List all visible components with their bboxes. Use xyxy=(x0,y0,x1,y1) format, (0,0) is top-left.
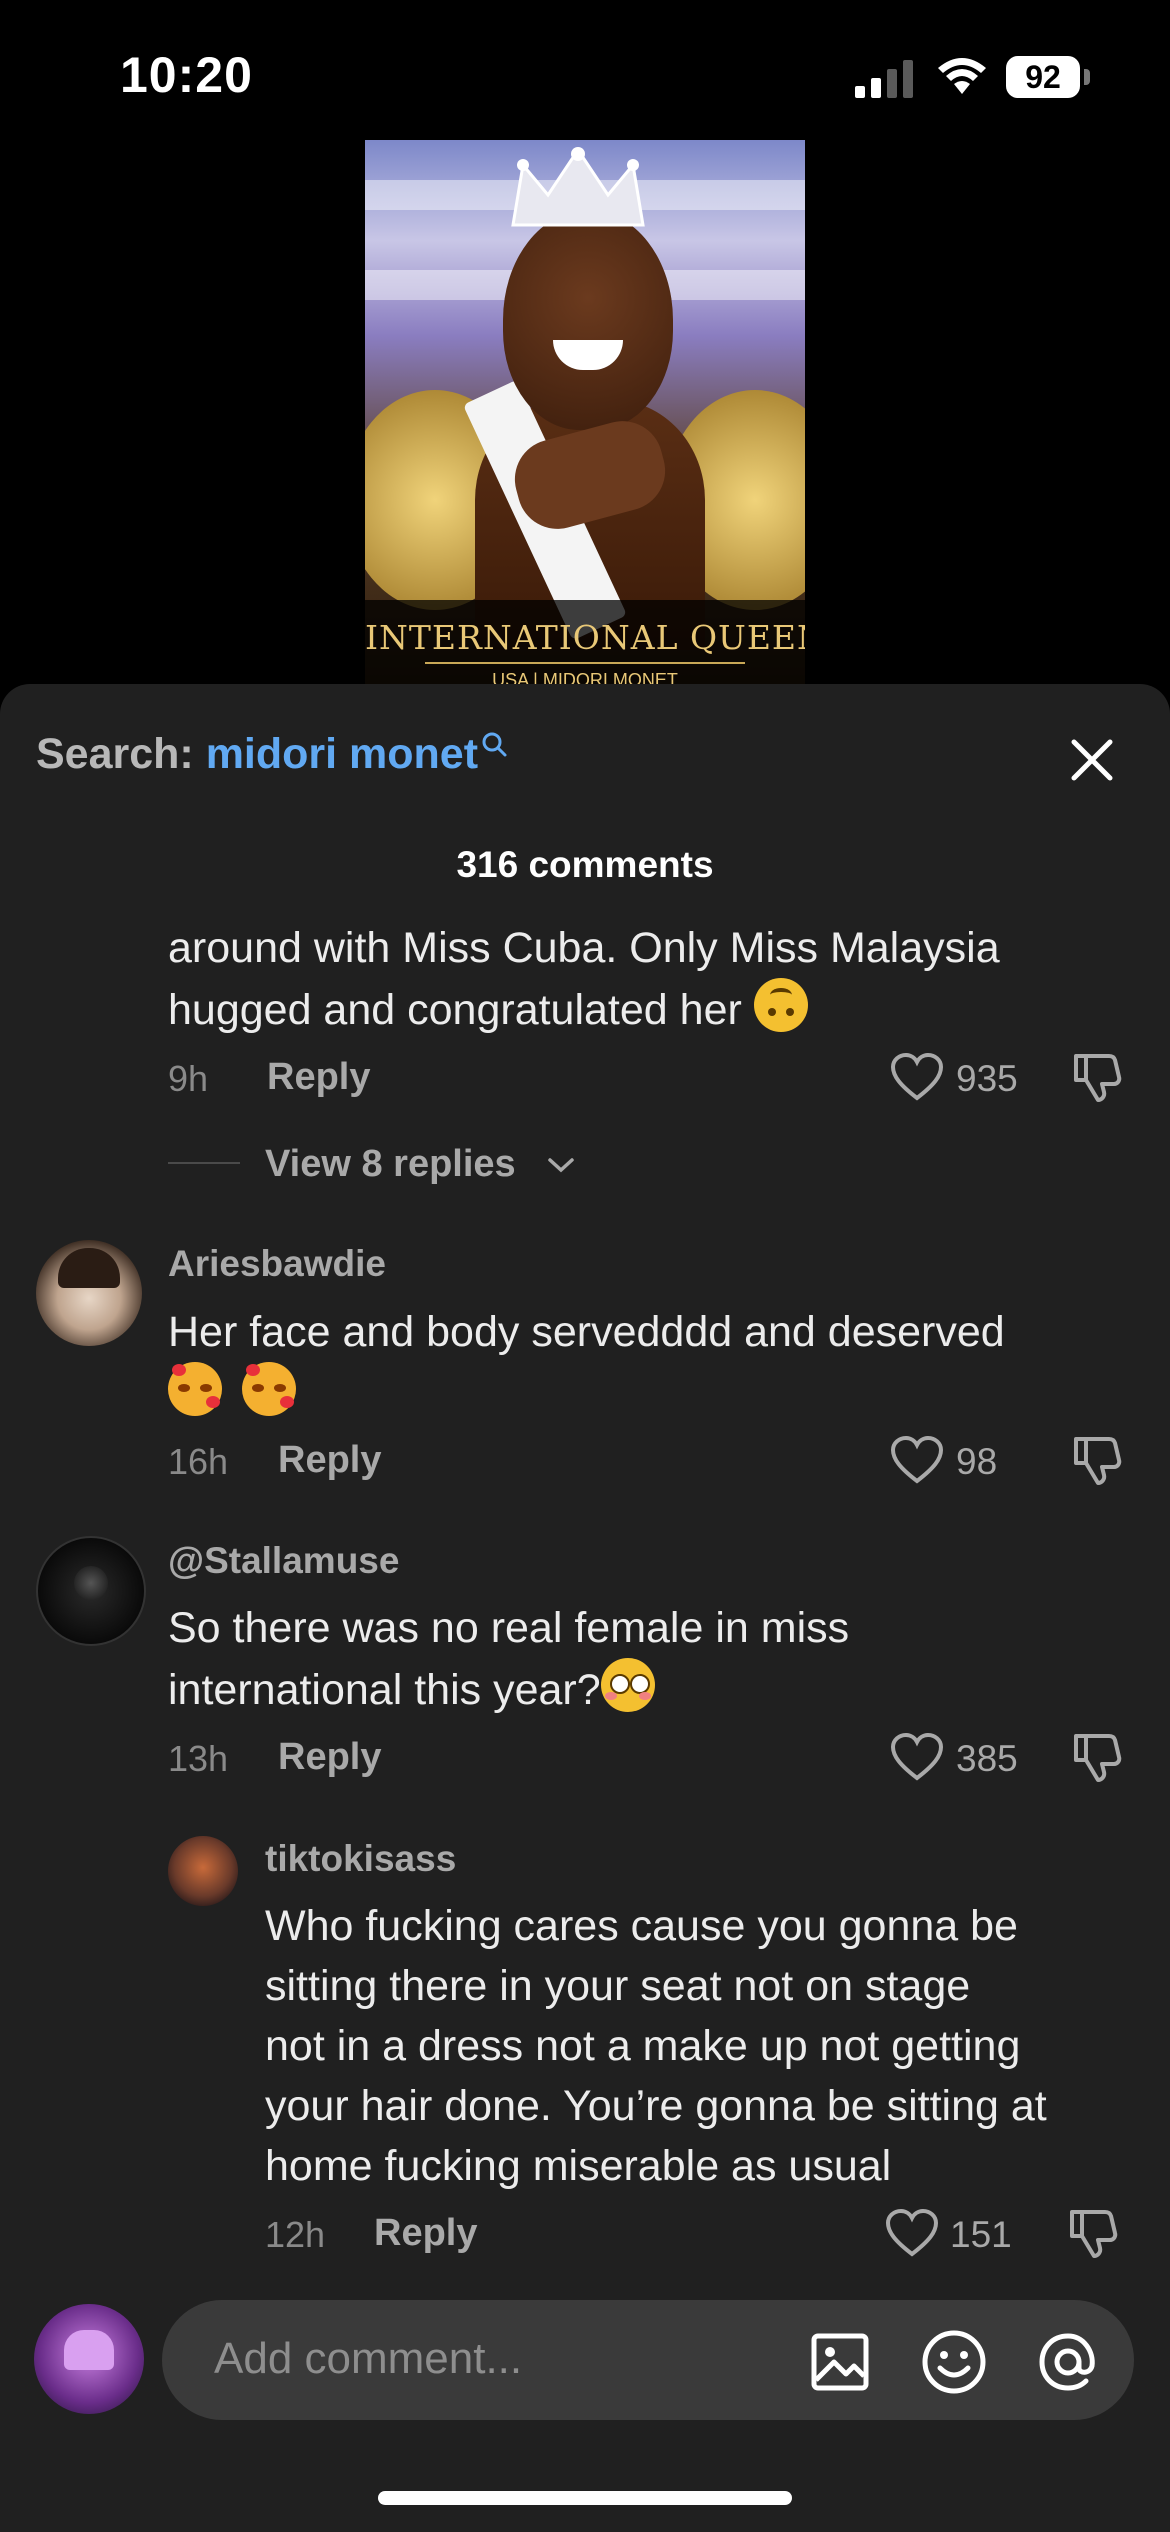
at-icon[interactable] xyxy=(1034,2328,1102,2396)
like-count: 98 xyxy=(956,1441,998,1482)
upside-down-face-emoji xyxy=(753,978,808,1032)
smiling-face-with-hearts-emoji xyxy=(241,1362,296,1416)
comment-line: your hair done. You’re gonna be sitting … xyxy=(265,2082,1047,2130)
image-icon[interactable] xyxy=(808,2330,872,2394)
comment-line: international this year? xyxy=(168,1658,849,1720)
video-preview[interactable]: INTERNATIONAL QUEEN USA | MIDORI MONET xyxy=(365,140,805,700)
comment-time: 13h xyxy=(168,1738,229,1779)
dislike-icon[interactable] xyxy=(1070,1433,1124,1487)
emoji-icon[interactable] xyxy=(920,2328,988,2396)
view-replies-button[interactable]: View 8 replies xyxy=(265,1143,516,1186)
home-indicator[interactable] xyxy=(378,2491,792,2505)
heart-icon[interactable] xyxy=(890,1435,944,1485)
comment-time: 9h xyxy=(168,1058,209,1099)
comment-text: So there was no real female in miss inte… xyxy=(168,1598,849,1720)
close-icon[interactable] xyxy=(1062,730,1122,790)
chevron-down-icon[interactable] xyxy=(546,1155,576,1175)
search-header[interactable]: Search: midori monet xyxy=(36,730,508,779)
comment-text: Who fucking cares cause you gonna be sit… xyxy=(265,1896,1047,2196)
comment-line: Who fucking cares cause you gonna be xyxy=(265,1902,1018,1950)
avatar-rose xyxy=(74,1566,108,1600)
crown-icon xyxy=(511,147,645,227)
like-count: 385 xyxy=(956,1738,1018,1779)
smiling-face-with-hearts-emoji xyxy=(168,1362,222,1416)
avatar[interactable] xyxy=(36,1240,142,1346)
comment-time: 16h xyxy=(168,1441,229,1482)
comment-line: sitting there in your seat not on stage xyxy=(265,1962,971,2010)
comment-line: So there was no real female in miss xyxy=(168,1604,850,1652)
comment-username[interactable]: tiktokisass xyxy=(265,1838,456,1880)
signal-icon xyxy=(855,60,913,98)
comment-username[interactable]: @Stallamuse xyxy=(168,1540,399,1582)
video-title: INTERNATIONAL QUEEN xyxy=(365,618,805,657)
search-term[interactable]: midori monet xyxy=(206,730,478,778)
comment-text: Her face and body servedddd and deserved xyxy=(168,1302,1005,1424)
avatar-helmet xyxy=(64,2330,114,2370)
avatar[interactable] xyxy=(168,1836,238,1906)
battery-level: 92 xyxy=(1006,56,1080,98)
comment-input-placeholder: Add comment... xyxy=(214,2334,523,2383)
dislike-icon[interactable] xyxy=(1066,2206,1120,2260)
comment-line-text: international this year? xyxy=(168,1666,601,1714)
comment-emojis xyxy=(168,1362,1005,1424)
comments-count: 316 comments xyxy=(456,844,714,885)
heart-icon[interactable] xyxy=(890,1052,944,1102)
reply-button[interactable]: Reply xyxy=(278,1439,381,1482)
search-icon[interactable] xyxy=(480,730,508,758)
heart-icon[interactable] xyxy=(890,1732,944,1782)
battery-indicator: 92 xyxy=(1006,56,1094,98)
comment-line-text: hugged and congratulated her xyxy=(168,986,742,1034)
reply-button[interactable]: Reply xyxy=(278,1736,381,1779)
comment-line: hugged and congratulated her xyxy=(168,978,1000,1040)
avatar-hair xyxy=(58,1248,120,1288)
wifi-icon xyxy=(938,58,986,94)
person-face xyxy=(503,210,673,430)
like-count: 935 xyxy=(956,1058,1018,1099)
flushed-face-emoji xyxy=(600,1658,655,1712)
user-avatar[interactable] xyxy=(34,2304,144,2414)
comment-line: home fucking miserable as usual xyxy=(265,2142,892,2190)
avatar[interactable] xyxy=(36,1536,146,1646)
status-time: 10:20 xyxy=(120,47,253,103)
reply-button[interactable]: Reply xyxy=(267,1056,370,1099)
video-divider xyxy=(425,662,745,664)
comment-line: Her face and body servedddd and deserved xyxy=(168,1308,1005,1356)
comment-username[interactable]: Ariesbawdie xyxy=(168,1243,386,1285)
like-count: 151 xyxy=(950,2214,1012,2255)
comment-time: 12h xyxy=(265,2214,326,2255)
dislike-icon[interactable] xyxy=(1070,1050,1124,1104)
comment-text: around with Miss Cuba. Only Miss Malaysi… xyxy=(168,918,1000,1040)
search-label: Search: xyxy=(36,730,194,778)
battery-tip xyxy=(1084,69,1090,85)
heart-icon[interactable] xyxy=(885,2208,939,2258)
comment-input[interactable]: Add comment... xyxy=(162,2300,1134,2420)
replies-divider xyxy=(168,1162,240,1164)
comment-line: not in a dress not a make up not getting xyxy=(265,2022,1021,2070)
dislike-icon[interactable] xyxy=(1070,1730,1124,1784)
status-bar: 10:20 92 xyxy=(0,0,1170,140)
reply-button[interactable]: Reply xyxy=(374,2212,477,2255)
comment-line: around with Miss Cuba. Only Miss Malaysi… xyxy=(168,924,1000,972)
